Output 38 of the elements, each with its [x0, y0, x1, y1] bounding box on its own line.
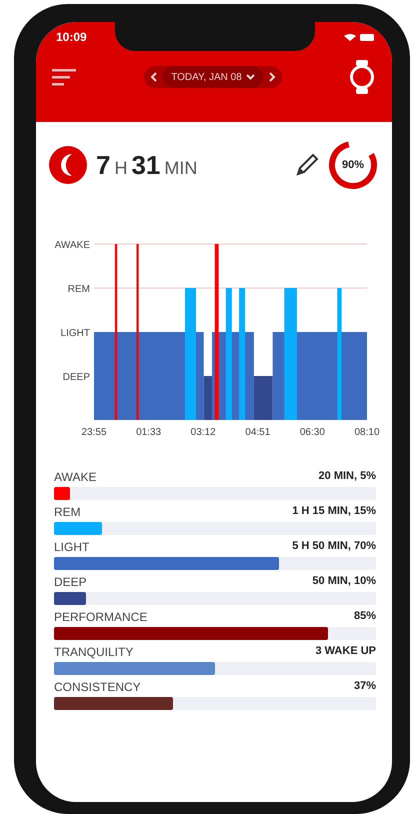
stat-label: CONSISTENCY — [54, 680, 141, 694]
duration-unit: H — [114, 158, 128, 178]
stat-value: 20 MIN, 5% — [318, 470, 376, 484]
axis-label: 01:33 — [136, 427, 162, 438]
stat-value: 5 H 50 MIN, 70% — [292, 540, 376, 554]
stat-label: DEEP — [54, 575, 87, 589]
stat-label: TRANQUILITY — [54, 645, 134, 659]
duration-value: 31 — [131, 150, 160, 180]
axis-label: 03:12 — [190, 427, 216, 438]
axis-label: 06:30 — [300, 427, 325, 438]
stat-value: 85% — [354, 610, 376, 624]
stat-value: 37% — [354, 680, 376, 694]
axis-label: 04:51 — [245, 427, 270, 438]
axis-label: LIGHT — [60, 328, 90, 339]
stat-value: 3 WAKE UP — [315, 645, 376, 659]
axis-label: AWAKE — [54, 240, 90, 251]
pencil-icon[interactable] — [294, 152, 320, 178]
moon-icon — [48, 145, 88, 185]
stat-label: PERFORMANCE — [54, 610, 148, 624]
stat-value: 1 H 15 MIN, 15% — [292, 505, 376, 519]
menu-icon[interactable] — [52, 67, 78, 87]
stat-value: 50 MIN, 10% — [312, 575, 376, 589]
chevron-right-icon — [268, 72, 276, 82]
duration-unit: MIN — [164, 158, 198, 178]
duration-value: 7 — [96, 150, 110, 180]
chevron-down-icon — [246, 74, 255, 80]
axis-label: 23:55 — [81, 427, 107, 438]
axis-label: DEEP — [62, 372, 90, 383]
score-value: 90% — [342, 159, 364, 171]
chevron-left-icon — [150, 72, 158, 82]
stat-label: LIGHT — [54, 540, 90, 554]
status-time: 10:09 — [56, 30, 87, 44]
stat-label: AWAKE — [54, 470, 96, 484]
axis-label: 08:10 — [354, 427, 380, 438]
axis-label: REM — [68, 284, 90, 295]
date-selector[interactable]: TODAY, JAN 08 — [163, 66, 263, 88]
watch-icon[interactable] — [348, 60, 376, 94]
stat-label: REM — [54, 505, 81, 519]
